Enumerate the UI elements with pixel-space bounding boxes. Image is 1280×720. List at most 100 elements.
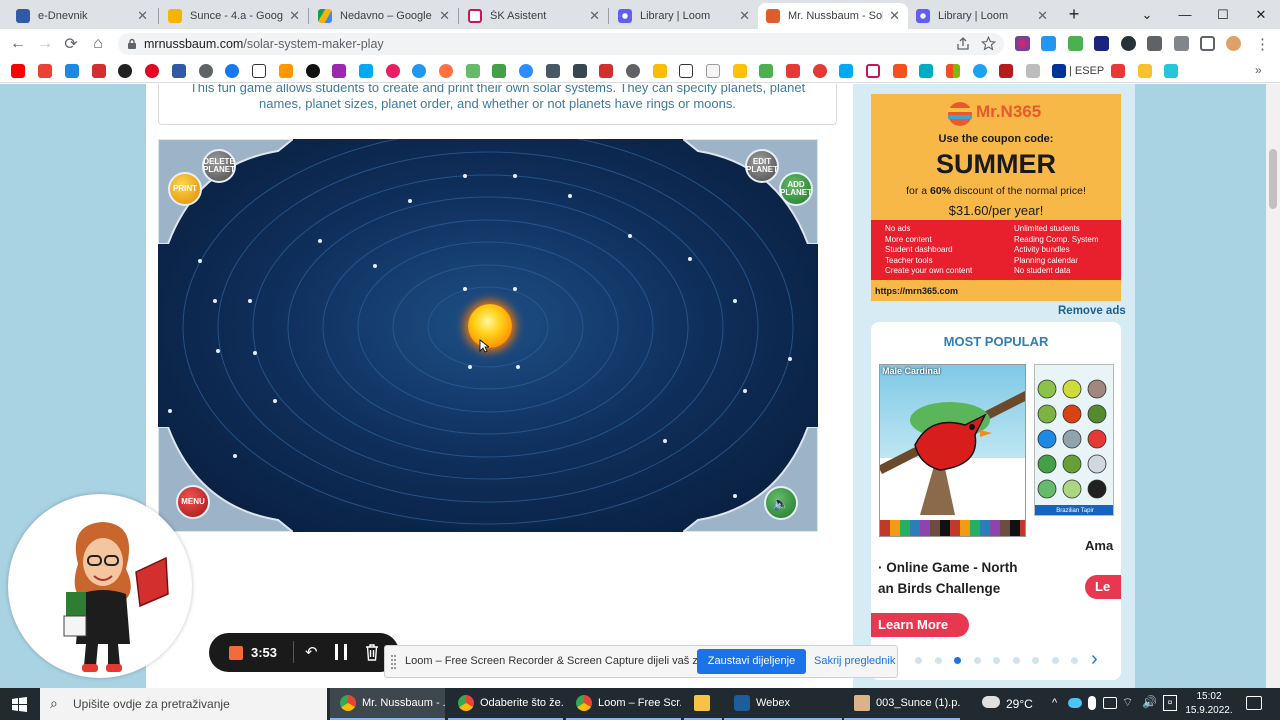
extension-icon[interactable] [1041, 36, 1056, 51]
print-button[interactable]: PRINT [168, 172, 202, 206]
close-tab-icon[interactable]: ✕ [439, 8, 450, 24]
brazilian-animals-game-image[interactable]: Brazilian Tapir [1034, 364, 1114, 516]
extension-icon[interactable] [1068, 36, 1083, 51]
sound-button[interactable]: 🔈 [764, 486, 798, 520]
bookmark-icon[interactable] [118, 64, 132, 78]
browser-menu-icon[interactable]: ⋮ [1255, 35, 1270, 53]
taskbar-app-chrome-nussbaum[interactable]: Mr. Nussbaum - ... [330, 688, 445, 720]
taskbar-search-box[interactable]: ⌕ Upišite ovdje za pretraživanje [40, 688, 327, 720]
pause-icon[interactable] [335, 644, 347, 660]
instagram-icon[interactable] [386, 64, 400, 78]
remove-ads-link[interactable]: Remove ads [1058, 305, 1126, 317]
bookmark-icon[interactable] [893, 64, 907, 78]
maximize-button[interactable]: ☐ [1204, 0, 1242, 29]
network-icon[interactable]: ⌔ [1122, 695, 1133, 710]
bookmark-icon[interactable] [546, 64, 560, 78]
bookmark-icon[interactable] [65, 64, 79, 78]
carousel-next-icon[interactable]: › [1091, 648, 1098, 671]
stop-recording-icon[interactable] [229, 646, 243, 660]
tab-loom-library[interactable]: Library | Loom ✕ [610, 3, 758, 29]
sun[interactable] [468, 304, 512, 348]
heart-icon[interactable] [786, 64, 800, 78]
weather-cloud-icon[interactable] [982, 696, 1000, 708]
bookmark-icon[interactable] [279, 64, 293, 78]
close-tab-icon[interactable]: ✕ [1037, 8, 1048, 24]
tab-e-dnevnik[interactable]: e-Dnevnik ✕ [8, 3, 156, 29]
carousel-dot[interactable] [1032, 657, 1039, 664]
weather-temperature[interactable]: 29°C [1006, 697, 1033, 711]
home-button[interactable]: ⌂ [87, 33, 109, 55]
card1-title[interactable]: · Online Game - North an Birds Challenge [878, 557, 1018, 599]
bookmark-star-icon[interactable] [981, 36, 996, 51]
windows-start-icon[interactable] [12, 697, 27, 712]
delete-planet-button[interactable]: DELETE PLANET [202, 149, 236, 183]
bookmark-icon[interactable] [759, 64, 773, 78]
close-tab-icon[interactable]: ✕ [589, 8, 600, 24]
loom-camera-bubble[interactable] [8, 494, 192, 678]
extension-icon[interactable] [1094, 36, 1109, 51]
twitter-icon[interactable] [973, 64, 987, 78]
mrn365-ad[interactable]: Mr.N365 Use the coupon code: SUMMER for … [871, 94, 1121, 301]
tab-google-drive[interactable]: Nedavno – Google di ✕ [310, 3, 458, 29]
address-bar[interactable]: mrnussbaum.com/solar-system-maker-play [118, 33, 1004, 55]
forward-button[interactable]: → [34, 33, 56, 55]
bookmark-icon[interactable] [1026, 64, 1040, 78]
carousel-dot[interactable] [993, 657, 1000, 664]
trash-icon[interactable] [365, 644, 379, 661]
tab-loom-library-2[interactable]: Library | Loom ✕ [908, 3, 1056, 29]
battery-icon[interactable] [1103, 697, 1117, 709]
close-tab-icon[interactable]: ✕ [137, 8, 148, 24]
taskbar-app-chrome-loom[interactable]: Loom – Free Scr... [566, 688, 681, 720]
eu-flag-icon[interactable] [1052, 64, 1066, 78]
bookmark-icon[interactable] [733, 64, 747, 78]
tab-search-button[interactable]: ⌄ [1128, 0, 1166, 29]
extensions-puzzle-icon[interactable] [1147, 36, 1162, 51]
carousel-dot[interactable] [1012, 657, 1020, 664]
reading-list-icon[interactable] [1174, 36, 1189, 51]
carousel-dot[interactable] [1051, 657, 1059, 664]
onedrive-icon[interactable] [1068, 698, 1082, 708]
tab-mr-nussbaum[interactable]: Mr. Nussbaum - Sola ✕ [758, 3, 908, 29]
taskbar-app-pdf[interactable]: 003_Sunce (1).p... [844, 688, 960, 720]
keyboard-language-icon[interactable]: ¤ [1163, 695, 1177, 711]
bookmark-icon[interactable] [999, 64, 1013, 78]
show-hidden-icons[interactable]: ^ [1052, 697, 1057, 709]
zoom-icon[interactable] [519, 64, 533, 78]
page-scrollbar[interactable] [1266, 84, 1280, 688]
bookmark-icon[interactable] [172, 64, 186, 78]
shield-icon[interactable] [466, 64, 480, 78]
bookmark-icon[interactable] [359, 64, 373, 78]
solar-system-game-canvas[interactable]: DELETE PLANET PRINT EDIT PLANET ADD PLAN… [158, 139, 818, 532]
gmail-icon[interactable] [38, 64, 52, 78]
scrollbar-thumb[interactable] [1269, 149, 1277, 209]
reload-button[interactable]: ⟳ [60, 33, 82, 55]
taskbar-app-webex[interactable]: Webex [724, 688, 842, 720]
bookmark-icon[interactable] [439, 64, 453, 78]
bookmark-folder-esep[interactable]: | ESEP [1069, 65, 1104, 77]
add-planet-button[interactable]: ADD PLANET [779, 172, 813, 206]
volume-icon[interactable]: 🔊 [1142, 695, 1157, 709]
globe-icon[interactable] [626, 64, 640, 78]
tab-sk-asistent[interactable]: ŠK Asistent ✕ [460, 3, 608, 29]
card2-title[interactable]: Ama [1085, 538, 1113, 553]
hide-button[interactable]: Sakrij preglednik [814, 655, 895, 667]
minimize-button[interactable]: — [1166, 0, 1204, 29]
ad-url[interactable]: https://mrn365.com [875, 286, 958, 296]
new-tab-button[interactable]: + [1056, 0, 1092, 29]
bookmark-icon[interactable] [412, 64, 426, 78]
bookmark-icon[interactable] [599, 64, 613, 78]
extension-icon[interactable] [1015, 36, 1030, 51]
microphone-icon[interactable] [1088, 696, 1096, 710]
more-bookmarks-icon[interactable]: » [1255, 63, 1262, 77]
tab-sunce[interactable]: Sunce - 4.a - Google ✕ [160, 3, 308, 29]
undo-icon[interactable]: ↶ [305, 643, 318, 661]
back-button[interactable]: ← [7, 33, 29, 55]
carousel-dot[interactable] [1071, 657, 1078, 664]
book-icon[interactable] [706, 64, 720, 78]
learn-more-button[interactable]: Learn More [871, 613, 969, 637]
bookmark-icon[interactable] [306, 64, 320, 78]
wikipedia-icon[interactable] [679, 64, 693, 78]
bookmark-icon[interactable] [332, 64, 346, 78]
graduation-cap-icon[interactable] [573, 64, 587, 78]
pinterest-icon[interactable] [145, 64, 159, 78]
